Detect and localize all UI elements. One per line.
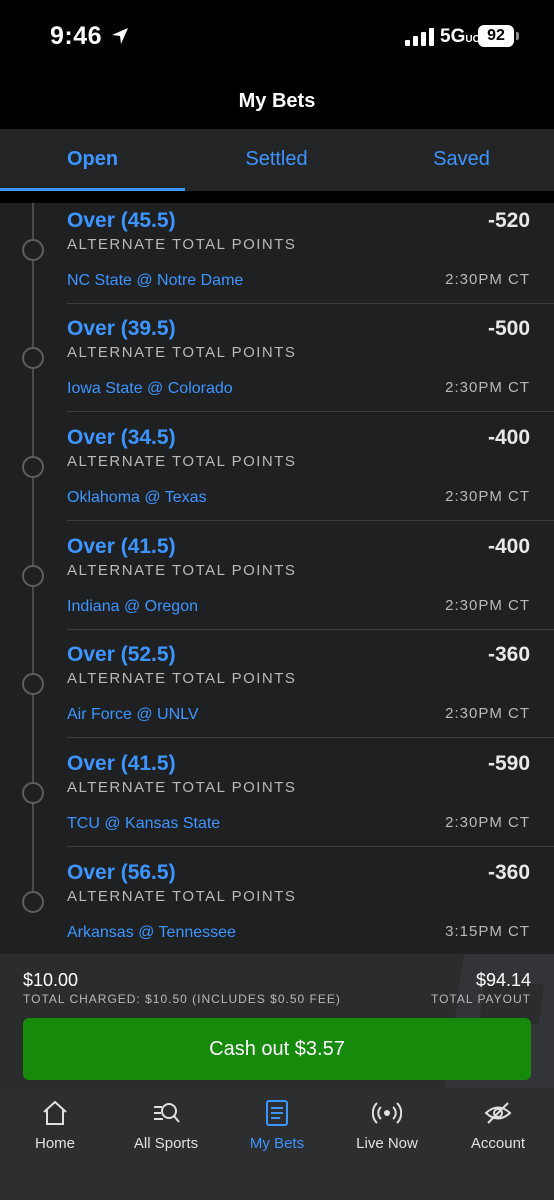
- payout-label: TOTAL PAYOUT: [430, 992, 531, 1006]
- bet-game-time: 2:30PM CT: [445, 379, 530, 396]
- divider: [67, 303, 554, 304]
- bet-market: ALTERNATE TOTAL POINTS: [67, 888, 297, 905]
- bet-leg[interactable]: Over (56.5) -360 ALTERNATE TOTAL POINTS …: [0, 855, 554, 954]
- bet-game-time: 2:30PM CT: [445, 705, 530, 722]
- timeline-node-icon: [22, 565, 44, 587]
- nav-live-now[interactable]: Live Now: [332, 1088, 442, 1178]
- nav-account[interactable]: Account: [443, 1088, 553, 1178]
- bet-odds: -520: [487, 209, 530, 232]
- nav-all-sports[interactable]: All Sports: [111, 1088, 221, 1178]
- timeline-node-icon: [22, 239, 44, 261]
- timeline-node-icon: [22, 347, 44, 369]
- status-bar: 9:46 5GUC 92: [0, 0, 554, 72]
- tab-settled[interactable]: Settled: [184, 129, 369, 191]
- bet-odds: -360: [487, 861, 530, 884]
- nav-label: Home: [34, 1135, 75, 1152]
- bet-pick: Over (39.5): [67, 317, 176, 340]
- tab-open[interactable]: Open: [0, 129, 185, 191]
- nav-label: Account: [470, 1135, 526, 1152]
- nav-home[interactable]: Home: [0, 1088, 110, 1178]
- nav-label: My Bets: [249, 1135, 305, 1152]
- bet-game-time: 2:30PM CT: [445, 814, 530, 831]
- bet-game-link[interactable]: NC State @ Notre Dame: [67, 272, 243, 290]
- bet-odds: -400: [487, 426, 530, 449]
- battery-level: 92: [478, 25, 514, 47]
- bet-pick: Over (34.5): [67, 426, 176, 449]
- tab-saved[interactable]: Saved: [369, 129, 554, 191]
- bet-pick: Over (56.5): [67, 861, 176, 884]
- bet-odds: -590: [487, 752, 530, 775]
- bet-leg[interactable]: Over (41.5) -400 ALTERNATE TOTAL POINTS …: [0, 529, 554, 637]
- bet-game-link[interactable]: Air Force @ UNLV: [67, 706, 199, 724]
- bet-odds: -500: [487, 317, 530, 340]
- divider: [67, 737, 554, 738]
- bet-leg[interactable]: Over (39.5) -500 ALTERNATE TOTAL POINTS …: [0, 311, 554, 419]
- bet-market: ALTERNATE TOTAL POINTS: [67, 779, 297, 796]
- cell-signal-icon: [405, 28, 434, 46]
- page-title: My Bets: [238, 90, 316, 112]
- payout-amount: $94.14: [475, 970, 531, 990]
- timeline-node-icon: [22, 673, 44, 695]
- nav-my-bets[interactable]: My Bets: [222, 1088, 332, 1178]
- network-type: 5GUC: [440, 26, 480, 47]
- bet-leg[interactable]: Over (34.5) -400 ALTERNATE TOTAL POINTS …: [0, 420, 554, 528]
- bet-leg[interactable]: Over (41.5) -590 ALTERNATE TOTAL POINTS …: [0, 746, 554, 854]
- bottom-nav: Home All Sports My Bets Live Now Account: [0, 1088, 554, 1200]
- bet-leg[interactable]: Over (45.5) -520 ALTERNATE TOTAL POINTS …: [0, 203, 554, 311]
- bet-market: ALTERNATE TOTAL POINTS: [67, 236, 297, 253]
- live-now-icon: [372, 1102, 402, 1124]
- bet-odds: -360: [487, 643, 530, 666]
- total-charged: TOTAL CHARGED: $10.50 (INCLUDES $0.50 FE…: [23, 992, 341, 1006]
- bet-game-link[interactable]: Arkansas @ Tennessee: [67, 924, 236, 942]
- bet-game-time: 3:15PM CT: [445, 923, 530, 940]
- timeline-node-icon: [22, 782, 44, 804]
- bet-game-link[interactable]: Indiana @ Oregon: [67, 598, 198, 616]
- nav-label: All Sports: [133, 1135, 199, 1152]
- bet-summary: $10.00 TOTAL CHARGED: $10.50 (INCLUDES $…: [0, 954, 554, 1088]
- status-time: 9:46: [50, 22, 103, 50]
- location-arrow-icon: [112, 28, 128, 44]
- divider: [67, 411, 554, 412]
- timeline-node-icon: [22, 891, 44, 913]
- bet-game-time: 2:30PM CT: [445, 271, 530, 288]
- nav-label: Live Now: [356, 1135, 418, 1152]
- header: My Bets: [0, 72, 554, 129]
- bet-game-link[interactable]: Oklahoma @ Texas: [67, 489, 207, 507]
- bet-pick: Over (45.5): [67, 209, 176, 232]
- timeline-node-icon: [22, 456, 44, 478]
- home-icon: [43, 1100, 67, 1125]
- divider: [67, 629, 554, 630]
- battery-icon: [516, 32, 519, 40]
- bet-game-link[interactable]: Iowa State @ Colorado: [67, 380, 233, 398]
- bet-game-link[interactable]: TCU @ Kansas State: [67, 815, 220, 833]
- divider: [67, 846, 554, 847]
- bet-tabs: Open Settled Saved: [0, 129, 554, 191]
- bet-market: ALTERNATE TOTAL POINTS: [67, 562, 297, 579]
- bet-game-time: 2:30PM CT: [445, 488, 530, 505]
- account-icon: [484, 1102, 512, 1124]
- bet-market: ALTERNATE TOTAL POINTS: [67, 344, 297, 361]
- bet-pick: Over (52.5): [67, 643, 176, 666]
- bet-odds: -400: [487, 535, 530, 558]
- bet-game-time: 2:30PM CT: [445, 597, 530, 614]
- bet-pick: Over (41.5): [67, 752, 176, 775]
- all-sports-icon: [154, 1103, 180, 1123]
- bet-market: ALTERNATE TOTAL POINTS: [67, 453, 297, 470]
- bet-market: ALTERNATE TOTAL POINTS: [67, 670, 297, 687]
- divider: [67, 520, 554, 521]
- bet-leg[interactable]: Over (52.5) -360 ALTERNATE TOTAL POINTS …: [0, 637, 554, 745]
- my-bets-icon: [266, 1100, 288, 1126]
- bet-list[interactable]: Over (45.5) -520 ALTERNATE TOTAL POINTS …: [0, 203, 554, 954]
- bet-pick: Over (41.5): [67, 535, 176, 558]
- stake-amount: $10.00: [23, 970, 79, 990]
- cash-out-button[interactable]: Cash out $3.57: [23, 1018, 531, 1080]
